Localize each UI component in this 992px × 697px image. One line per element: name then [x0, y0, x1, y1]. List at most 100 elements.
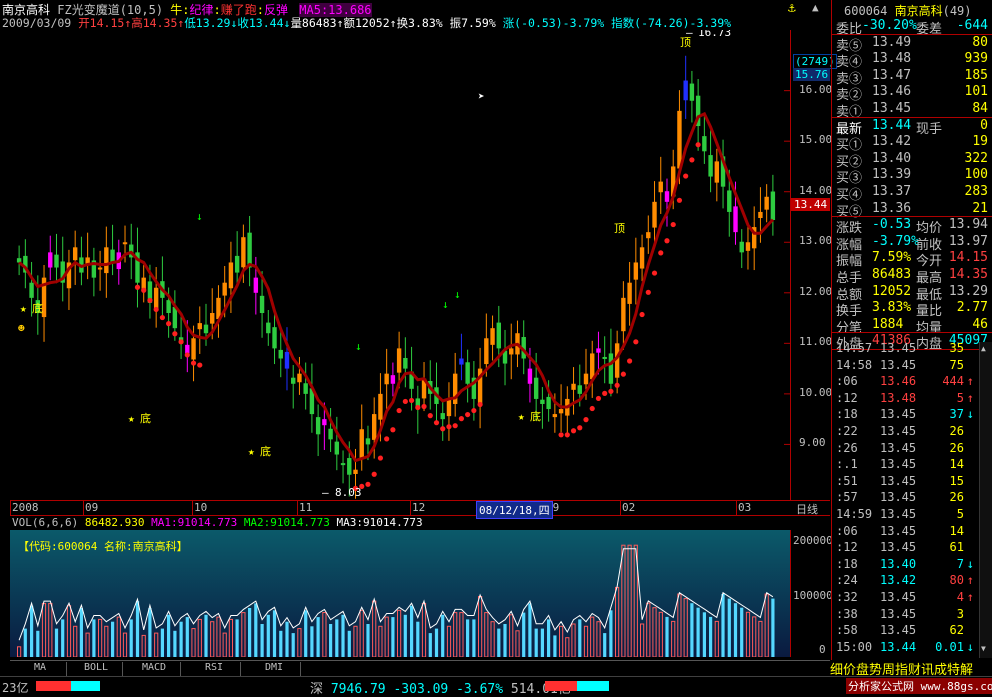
top-label: 顶 [680, 36, 691, 49]
month-tick [83, 501, 84, 515]
stat-value-1: -0.53 [872, 217, 912, 233]
volume-bar [347, 630, 351, 657]
tick-row: :24 13.42 80 ↑ [834, 573, 990, 590]
volume-bar [254, 603, 258, 657]
volume-header: VOL(6,6,6) 86482.930 MA1:91014.773 MA2:9… [12, 516, 423, 529]
candle-body [29, 282, 34, 298]
period-label[interactable]: 日线 [796, 501, 818, 517]
support-dot [172, 331, 178, 337]
tick-time: :12 [836, 540, 858, 555]
candle-body [558, 409, 564, 414]
tick-volume: 62 [949, 623, 964, 638]
month-tick [620, 501, 621, 515]
volume-bar [235, 619, 239, 657]
tick-arrow: ↓ [966, 639, 974, 654]
candle-body [122, 242, 128, 245]
volume-bar [466, 619, 470, 657]
candle-body [727, 190, 732, 212]
star-icon: ★ [518, 410, 525, 423]
ask-price: 13.47 [872, 67, 912, 83]
support-dot [384, 436, 390, 442]
tick-time: 15:00 [836, 639, 873, 654]
tick-scrollbar[interactable]: ▲ ▼ [979, 342, 992, 658]
tick-time: :22 [836, 424, 858, 438]
ask-price: 13.49 [872, 34, 912, 50]
star-icon: ★ [128, 412, 135, 425]
support-dot [147, 297, 153, 303]
volume-bar [291, 633, 295, 657]
candle-body [509, 348, 514, 355]
ask-row-1: 卖① 13.45 84 [834, 101, 990, 120]
tab-macd[interactable]: MACD [128, 662, 181, 676]
candle-body [365, 438, 371, 445]
tab-rsi[interactable]: RSI [188, 662, 241, 676]
tick-row: 14:57 13.45 35 [834, 341, 990, 358]
volume-bar [272, 610, 277, 657]
candle-body [210, 313, 215, 324]
stat-value-2: 13.97 [948, 233, 988, 249]
tick-time: :32 [836, 590, 858, 604]
vol-tick-200k: 200000 [793, 534, 833, 547]
tick-volume: 7 [956, 556, 964, 571]
tab-ma[interactable]: MA [14, 662, 67, 676]
volume-bar [416, 621, 420, 657]
anchor-icon[interactable]: ⚓ [788, 1, 796, 16]
star-icon: ★ [20, 302, 27, 315]
tick-volume: 4 [956, 590, 964, 604]
bid-volume: 100 [964, 167, 988, 183]
tick-price: 13.45 [880, 357, 917, 372]
support-dot [141, 287, 147, 293]
support-dot [620, 371, 626, 377]
ohlc-index: 指数(-74.26)-3.39% [611, 16, 732, 30]
candle-body [621, 297, 626, 332]
tick-price: 13.45 [880, 606, 917, 621]
candle-body [334, 441, 340, 455]
candle-body [185, 344, 190, 354]
tick-time: :38 [836, 606, 858, 621]
volume-bar [391, 617, 395, 657]
month-label: 10 [194, 501, 208, 514]
candle-body [540, 399, 545, 404]
tick-row: :12 13.48 5 ↑ [834, 391, 990, 408]
volume-bar [23, 628, 27, 657]
tab-boll[interactable]: BOLL [70, 662, 123, 676]
support-dot [608, 388, 614, 394]
candle-body [602, 356, 607, 359]
price-chart[interactable]: 16.73—8.03—★ 底★ 底★ 底★ 底顶顶☻↓↓↓↓➤ [10, 30, 790, 500]
date-axis: 2008 09 10 11 12 09 02 03 08/12/18,四 日线 [10, 500, 830, 519]
candle-body [278, 349, 283, 359]
candle-body [54, 254, 59, 268]
support-dot [670, 221, 676, 228]
bid-volume: 322 [964, 150, 988, 166]
support-dot [371, 471, 377, 477]
tab-dmi[interactable]: DMI [248, 662, 301, 676]
top-label: 顶 [614, 222, 625, 235]
volume-bar [266, 614, 270, 657]
month-tick [410, 501, 411, 515]
tick-price: 13.48 [880, 390, 917, 405]
candle-body [104, 247, 109, 274]
ask-volume: 101 [964, 84, 988, 100]
ask-volume: 84 [972, 101, 988, 116]
tick-price: 13.46 [880, 374, 917, 389]
scroll-up-arrow[interactable]: ▲ [981, 344, 986, 353]
ask-row-4: 卖④ 13.48 939 [834, 51, 990, 70]
tick-arrow: ↑ [966, 590, 974, 604]
support-dot [134, 284, 141, 290]
tick-price: 13.45 [880, 457, 917, 472]
peak-price-label: 16.73 [698, 30, 731, 39]
month-label: 02 [622, 501, 636, 514]
ohlc-low: 低13.29 [184, 16, 231, 30]
volume-bar [740, 607, 744, 657]
support-dot [402, 398, 408, 405]
candle-body [702, 136, 707, 152]
scroll-down-arrow[interactable]: ▼ [981, 644, 986, 653]
stat-value-2: 2.77 [956, 300, 988, 316]
ask-row-5: 卖⑤ 13.49 80 [834, 34, 990, 54]
candle-body [633, 262, 639, 280]
candle-body [571, 383, 576, 390]
volume-bar [410, 605, 414, 657]
support-dot [689, 157, 695, 163]
support-dot [602, 390, 608, 396]
scroll-up-icon[interactable]: ▲ [812, 1, 819, 14]
